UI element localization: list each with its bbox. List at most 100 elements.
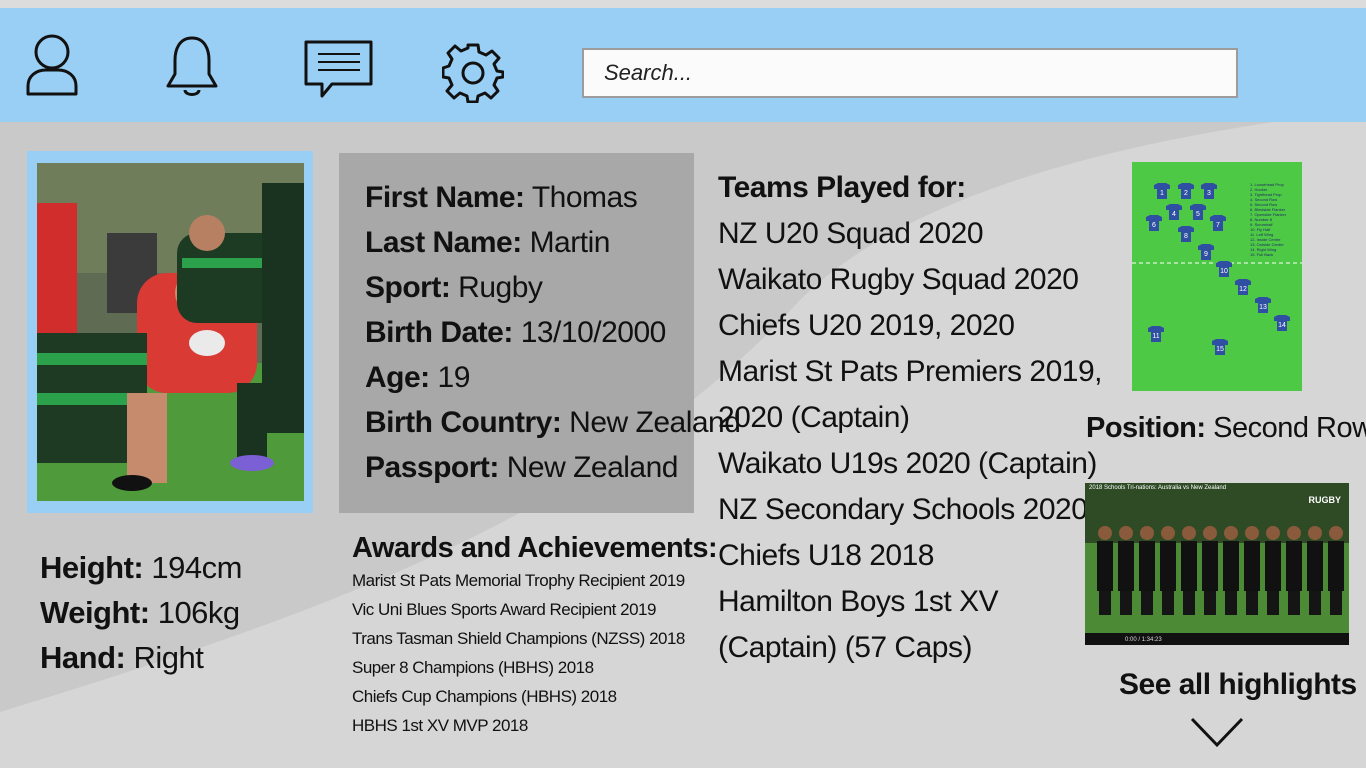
player-legs — [1330, 591, 1342, 615]
player-head — [1308, 526, 1322, 540]
player-legs — [1288, 591, 1300, 615]
svg-text:15: 15 — [1216, 346, 1224, 353]
message-icon[interactable] — [304, 40, 374, 100]
teams-title: Teams Played for: — [718, 171, 966, 204]
jersey-2: 2 — [1178, 183, 1194, 199]
birth-date-row: Birth Date: 13/10/2000 — [365, 316, 667, 349]
jersey-6: 6 — [1146, 215, 1162, 231]
jersey-7: 7 — [1210, 215, 1226, 231]
award-item: Trans Tasman Shield Champions (NZSS) 201… — [352, 629, 685, 648]
jersey-13: 13 — [1255, 297, 1271, 313]
player-photo-frame — [27, 151, 313, 513]
player-photo — [37, 163, 304, 501]
awards-list: Marist St Pats Memorial Trophy Recipient… — [352, 566, 717, 740]
video-controls[interactable]: 0:00 / 1:34:23 — [1085, 633, 1349, 645]
awards-title: Awards and Achievements: — [352, 532, 718, 564]
player-figure — [1202, 541, 1218, 591]
sport-row: Sport: Rugby — [365, 271, 543, 304]
birth-country-row: Birth Country: New Zealand — [365, 406, 741, 439]
award-item: Chiefs Cup Champions (HBHS) 2018 — [352, 687, 617, 706]
jersey-3: 3 — [1201, 183, 1217, 199]
teams-section: Teams Played for: NZ U20 Squad 2020 Waik… — [718, 165, 1102, 671]
player-figure — [1118, 541, 1134, 591]
age-row: Age: 19 — [365, 361, 470, 394]
player-head — [1266, 526, 1280, 540]
top-bar — [0, 8, 1366, 122]
svg-text:13: 13 — [1259, 304, 1267, 311]
first-name-value: Thomas — [531, 181, 638, 214]
position-label: Position: Second Row (4) — [1086, 408, 1366, 448]
player-figure — [1244, 541, 1260, 591]
first-name-row: First Name: Thomas — [365, 181, 638, 214]
award-item: Marist St Pats Memorial Trophy Recipient… — [352, 571, 685, 590]
player-legs — [1099, 591, 1111, 615]
height-value: 194cm — [151, 550, 242, 585]
window-top-strip — [0, 0, 1366, 8]
birth-date-value: 13/10/2000 — [520, 316, 667, 349]
position-value: Second Row (4) — [1213, 412, 1366, 444]
player-head — [1098, 526, 1112, 540]
jersey-4: 4 — [1166, 204, 1182, 220]
team-item: 2020 (Captain) — [718, 401, 910, 434]
search-input[interactable] — [582, 48, 1238, 98]
svg-text:12: 12 — [1239, 286, 1247, 293]
video-title: 2018 Schools Tri-nations: Australia vs N… — [1089, 485, 1227, 491]
player-info-card: First Name: Thomas Last Name: Martin Spo… — [339, 153, 741, 513]
weight-row: Weight: 106kg — [40, 595, 240, 630]
awards-section: Awards and Achievements: Marist St Pats … — [352, 530, 718, 740]
player-figure — [1307, 541, 1323, 591]
player-legs — [1120, 591, 1132, 615]
award-item: Super 8 Champions (HBHS) 2018 — [352, 658, 594, 677]
see-all-highlights-link[interactable]: See all highlights — [1119, 664, 1357, 706]
jersey-12: 12 — [1235, 279, 1251, 295]
player-head — [1287, 526, 1301, 540]
svg-text:6: 6 — [1152, 222, 1156, 229]
chevron-down-icon[interactable] — [1189, 716, 1245, 755]
team-item: (Captain) (57 Caps) — [718, 631, 972, 664]
team-item: Waikato U19s 2020 (Captain) — [718, 447, 1097, 480]
player-head — [1224, 526, 1238, 540]
player-figure — [1286, 541, 1302, 591]
position-pitch-diagram: 1. Loosehead Prop 2. Hooker 3. Tighthead P… — [1132, 162, 1302, 391]
passport-row: Passport: New Zealand — [365, 451, 679, 484]
player-figure — [1328, 541, 1344, 591]
player-head — [1245, 526, 1259, 540]
sport-value: Rugby — [458, 271, 543, 304]
player-head — [1182, 526, 1196, 540]
last-name-value: Martin — [529, 226, 611, 259]
passport-value: New Zealand — [506, 451, 679, 484]
player-figure — [1139, 541, 1155, 591]
player-figure — [1223, 541, 1239, 591]
gear-icon[interactable] — [442, 41, 504, 103]
highlight-video-thumbnail[interactable]: 2018 Schools Tri-nations: Australia vs N… — [1085, 483, 1349, 645]
player-figure — [1097, 541, 1113, 591]
team-item: Marist St Pats Premiers 2019, — [718, 355, 1102, 388]
svg-text:9: 9 — [1204, 251, 1208, 258]
svg-text:14: 14 — [1278, 322, 1286, 329]
user-icon[interactable] — [26, 32, 78, 98]
jersey-5: 5 — [1190, 204, 1206, 220]
birth-country-value: New Zealand — [569, 406, 741, 439]
hand-row: Hand: Right — [40, 640, 204, 675]
player-legs — [1246, 591, 1258, 615]
video-time: 0:00 / 1:34:23 — [1125, 637, 1162, 643]
player-legs — [1183, 591, 1195, 615]
bell-icon[interactable] — [165, 34, 219, 100]
player-head — [1119, 526, 1133, 540]
svg-text:3: 3 — [1207, 190, 1211, 197]
player-head — [1140, 526, 1154, 540]
position-legend-item: 15. Full Back — [1250, 252, 1273, 257]
award-item: HBHS 1st XV MVP 2018 — [352, 716, 528, 735]
jersey-14: 14 — [1274, 315, 1290, 331]
team-item: NZ Secondary Schools 2020 — [718, 493, 1088, 526]
team-item: Chiefs U18 2018 — [718, 539, 934, 572]
jersey-11: 11 — [1148, 326, 1164, 342]
jersey-10: 10 — [1216, 261, 1232, 277]
player-info-list: First Name: Thomas Last Name: Martin Spo… — [365, 175, 741, 490]
svg-text:8: 8 — [1184, 233, 1188, 240]
player-legs — [1141, 591, 1153, 615]
team-item: NZ U20 Squad 2020 — [718, 217, 984, 250]
player-head — [1161, 526, 1175, 540]
player-legs — [1267, 591, 1279, 615]
player-figure — [1181, 541, 1197, 591]
